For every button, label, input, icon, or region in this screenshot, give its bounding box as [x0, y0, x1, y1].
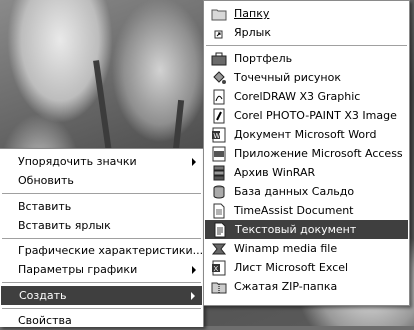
- menu-separator: [2, 193, 201, 194]
- menu-item-label: Упорядочить значки: [18, 155, 137, 168]
- menu-separator: [206, 45, 407, 46]
- menu-item-label: Corel PHOTO-PAINT X3 Image: [234, 109, 397, 122]
- menu-item-label: Портфель: [234, 52, 293, 65]
- menu-item-label: Архив WinRAR: [234, 166, 316, 179]
- menu-item-paste-shortcut[interactable]: Вставить ярлык: [0, 216, 203, 235]
- winrar-icon: [211, 165, 227, 181]
- desktop-context-menu: Упорядочить значки Обновить Вставить Вст…: [0, 148, 204, 327]
- submenu-item-winamp[interactable]: Winamp media file: [204, 239, 409, 258]
- menu-item-properties[interactable]: Свойства: [0, 311, 203, 330]
- submenu-item-timeassist[interactable]: TimeAssist Document: [204, 201, 409, 220]
- submenu-item-excel[interactable]: X Лист Microsoft Excel: [204, 258, 409, 277]
- menu-item-label: Приложение Microsoft Access: [234, 147, 403, 160]
- menu-item-label: Ярлык: [234, 26, 271, 39]
- menu-item-label: Графические характеристики...: [18, 244, 204, 257]
- svg-text:W: W: [214, 133, 221, 140]
- menu-item-label: Вставить: [18, 200, 72, 213]
- menu-item-label: TimeAssist Document: [234, 204, 354, 217]
- submenu-item-coreldraw[interactable]: CorelDRAW X3 Graphic: [204, 87, 409, 106]
- menu-item-label: База данных Сальдо: [234, 185, 355, 198]
- menu-separator: [2, 282, 201, 283]
- menu-item-paste[interactable]: Вставить: [0, 197, 203, 216]
- photopaint-icon: [211, 108, 227, 124]
- zip-folder-icon: [211, 279, 227, 295]
- submenu-item-database[interactable]: База данных Сальдо: [204, 182, 409, 201]
- winamp-icon: [211, 241, 227, 257]
- menu-item-label: Вставить ярлык: [18, 219, 111, 232]
- document-icon: [211, 203, 227, 219]
- menu-item-label: Сжатая ZIP-папка: [234, 280, 338, 293]
- svg-text:X: X: [214, 266, 219, 273]
- submenu-item-text-document[interactable]: Текстовый документ: [205, 220, 408, 239]
- submenu-item-access[interactable]: Приложение Microsoft Access: [204, 144, 409, 163]
- menu-item-label: Свойства: [18, 314, 72, 327]
- submenu-item-folder[interactable]: Папку: [204, 4, 409, 23]
- menu-item-label: Точечный рисунок: [234, 71, 341, 84]
- menu-item-label: Текстовый документ: [235, 223, 357, 236]
- menu-item-arrange-icons[interactable]: Упорядочить значки: [0, 152, 203, 171]
- briefcase-icon: [211, 51, 227, 67]
- menu-separator: [2, 308, 201, 309]
- menu-item-label: Создать: [19, 289, 67, 302]
- submenu-arrow-icon: [191, 292, 195, 300]
- submenu-item-zip[interactable]: Сжатая ZIP-папка: [204, 277, 409, 296]
- submenu-item-photopaint[interactable]: Corel PHOTO-PAINT X3 Image: [204, 106, 409, 125]
- tulip-stem: [93, 60, 113, 160]
- text-document-icon: [212, 222, 228, 238]
- paint-bucket-icon: [211, 70, 227, 86]
- menu-item-graphics-properties[interactable]: Графические характеристики...: [0, 241, 203, 260]
- menu-item-label: CorelDRAW X3 Graphic: [234, 90, 361, 103]
- submenu-item-winrar[interactable]: Архив WinRAR: [204, 163, 409, 182]
- shortcut-icon: [211, 25, 227, 41]
- database-icon: [211, 184, 227, 200]
- menu-item-label: Параметры графики: [18, 263, 138, 276]
- submenu-item-word[interactable]: W Документ Microsoft Word: [204, 125, 409, 144]
- submenu-item-briefcase[interactable]: Портфель: [204, 49, 409, 68]
- menu-item-label: Папку: [234, 7, 270, 20]
- coreldraw-icon: [211, 89, 227, 105]
- menu-item-label: Обновить: [18, 174, 74, 187]
- menu-item-refresh[interactable]: Обновить: [0, 171, 203, 190]
- menu-item-graphics-options[interactable]: Параметры графики: [0, 260, 203, 279]
- menu-item-new[interactable]: Создать: [1, 286, 202, 305]
- submenu-arrow-icon: [192, 266, 196, 274]
- menu-separator: [2, 238, 201, 239]
- submenu-item-shortcut[interactable]: Ярлык: [204, 23, 409, 42]
- menu-item-label: Лист Microsoft Excel: [234, 261, 349, 274]
- folder-icon: [211, 6, 227, 22]
- word-icon: W: [211, 127, 227, 143]
- menu-item-label: Документ Microsoft Word: [234, 128, 377, 141]
- access-icon: [211, 146, 227, 162]
- new-submenu: Папку Ярлык Портфель Точечный рисунок Co…: [203, 0, 410, 306]
- menu-item-label: Winamp media file: [234, 242, 338, 255]
- submenu-item-bitmap[interactable]: Точечный рисунок: [204, 68, 409, 87]
- excel-icon: X: [211, 260, 227, 276]
- submenu-arrow-icon: [192, 158, 196, 166]
